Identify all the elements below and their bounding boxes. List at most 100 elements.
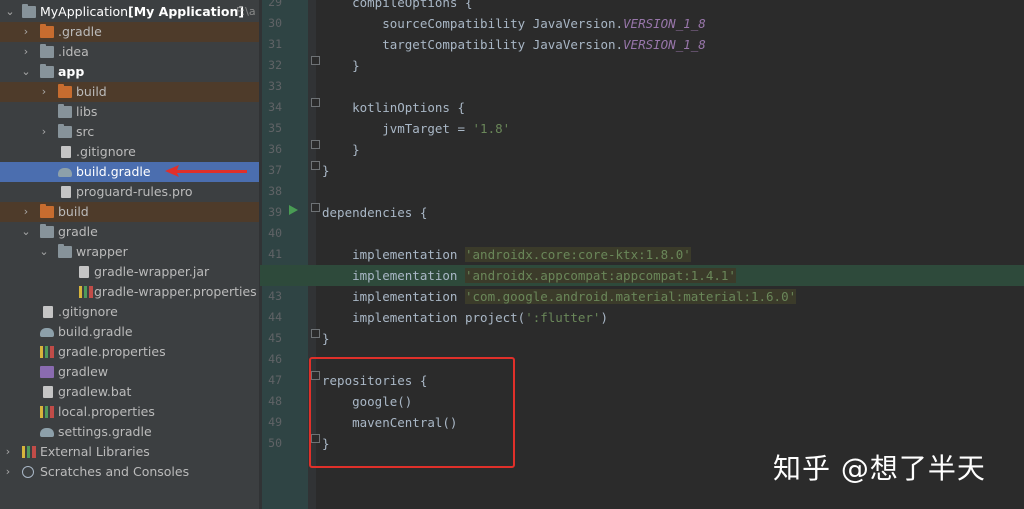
fold-marker-icon[interactable] [311, 98, 320, 107]
tree-item-settings-gradle[interactable]: settings.gradle [0, 422, 259, 442]
tree-root[interactable]: ⌄ MyApplication [My Application] F:\a [0, 2, 259, 22]
tree-item-libs[interactable]: libs [0, 102, 259, 122]
tree-item-gradlew-bat[interactable]: gradlew.bat [0, 382, 259, 402]
tree-item-label: .gradle [58, 24, 102, 39]
tree-item-app[interactable]: ⌄ app [0, 62, 259, 82]
tree-item-gradle-dir[interactable]: › .gradle [0, 22, 259, 42]
chevron-right-icon[interactable]: › [20, 42, 32, 62]
line-number: 39 [268, 205, 282, 219]
tree-item-wrapper[interactable]: ⌄ wrapper [0, 242, 259, 262]
tree-item-label: src [76, 124, 95, 139]
run-gutter-icon[interactable] [289, 205, 298, 215]
code-line: implementation project(':flutter') [322, 307, 608, 328]
code-string: ':flutter' [525, 310, 601, 325]
tree-item-scratches[interactable]: › Scratches and Consoles [0, 462, 259, 482]
tree-item-label: libs [76, 104, 98, 119]
line-number: 34 [268, 100, 282, 114]
code-line: } [322, 58, 360, 73]
line-number: 43 [268, 289, 282, 303]
line-number: 40 [268, 226, 282, 240]
tree-item-gradlew[interactable]: gradlew [0, 362, 259, 382]
tree-item-label: .gitignore [76, 144, 136, 159]
code-line: dependencies { [322, 205, 428, 220]
tree-item-label: .idea [58, 44, 89, 59]
line-number: 45 [268, 331, 282, 345]
chevron-right-icon[interactable]: › [20, 202, 32, 222]
code-text: implementation [322, 268, 465, 283]
tree-item-local-properties[interactable]: local.properties [0, 402, 259, 422]
chevron-right-icon[interactable]: › [38, 82, 50, 102]
root-name: MyApplication [40, 4, 129, 19]
chevron-down-icon[interactable]: ⌄ [38, 242, 50, 262]
chevron-right-icon[interactable]: › [2, 462, 14, 482]
tree-item-build-gradle[interactable]: build.gradle [0, 322, 259, 342]
tree-item-label: local.properties [58, 404, 155, 419]
shell-script-icon [40, 366, 54, 378]
gradle-elephant-icon [58, 168, 72, 177]
gradle-elephant-icon [40, 428, 54, 437]
file-icon [61, 186, 71, 198]
tree-item-idea[interactable]: › .idea [0, 42, 259, 62]
tree-item-gitignore[interactable]: .gitignore [0, 302, 259, 322]
tree-item-label: External Libraries [40, 444, 150, 459]
chevron-down-icon[interactable]: ⌄ [20, 222, 32, 242]
tree-item-label: gradle-wrapper.jar [94, 264, 210, 279]
tree-item-label: wrapper [76, 244, 128, 259]
code-line-current: implementation 'androidx.appcompat:appco… [260, 265, 1024, 286]
tree-item-gradle[interactable]: ⌄ gradle [0, 222, 259, 242]
code-text: jvmTarget = [322, 121, 473, 136]
line-number: 33 [268, 79, 282, 93]
code-text: targetCompatibility JavaVersion. [322, 37, 624, 52]
chevron-right-icon[interactable]: › [20, 22, 32, 42]
scratches-icon [22, 466, 34, 478]
fold-marker-icon[interactable] [311, 203, 320, 212]
line-number: 31 [268, 37, 282, 51]
tree-item-label: settings.gradle [58, 424, 152, 439]
fold-marker-icon[interactable] [311, 161, 320, 170]
tree-item-app-build[interactable]: › build [0, 82, 259, 102]
line-number: 32 [268, 58, 282, 72]
line-number: 29 [268, 0, 282, 9]
code-line: implementation 'androidx.core:core-ktx:1… [322, 244, 691, 265]
line-number: 44 [268, 310, 282, 324]
tree-item-label: gradlew [58, 364, 109, 379]
chevron-right-icon[interactable]: › [38, 122, 50, 142]
code-line: compileOptions { [322, 0, 473, 10]
code-constant: VERSION_1_8 [623, 16, 706, 31]
tree-item-gradle-properties[interactable]: gradle.properties [0, 342, 259, 362]
tree-item-label: app [58, 64, 85, 79]
code-text: implementation [322, 289, 465, 304]
annotation-box [309, 357, 515, 468]
tree-item-app-gitignore[interactable]: .gitignore [0, 142, 259, 162]
line-number: 41 [268, 247, 282, 261]
code-text: sourceCompatibility JavaVersion. [322, 16, 624, 31]
folder-icon [58, 124, 72, 138]
tree-item-wrapper-properties[interactable]: gradle-wrapper.properties [0, 282, 259, 302]
project-tree: ⌄ MyApplication [My Application] F:\a › … [0, 0, 259, 509]
file-icon [43, 306, 53, 318]
line-number: 50 [268, 436, 282, 450]
root-path: F:\a [236, 5, 256, 18]
tree-item-proguard[interactable]: proguard-rules.pro [0, 182, 259, 202]
code-string: 'androidx.appcompat:appcompat:1.4.1' [465, 268, 736, 283]
tree-item-wrapper-jar[interactable]: gradle-wrapper.jar [0, 262, 259, 282]
jar-icon [79, 266, 89, 278]
fold-marker-icon[interactable] [311, 329, 320, 338]
module-folder-icon [40, 64, 54, 78]
chevron-down-icon[interactable]: ⌄ [4, 2, 16, 22]
tree-item-build[interactable]: › build [0, 202, 259, 222]
line-number: 30 [268, 16, 282, 30]
tree-item-external-libraries[interactable]: › External Libraries [0, 442, 259, 462]
code-text: ) [600, 310, 608, 325]
tree-item-label: gradlew.bat [58, 384, 132, 399]
fold-marker-icon[interactable] [311, 140, 320, 149]
fold-marker-icon[interactable] [311, 56, 320, 65]
properties-icon [40, 406, 54, 418]
line-number: 49 [268, 415, 282, 429]
code-line: } [322, 142, 360, 157]
code-line: jvmTarget = '1.8' [322, 118, 510, 139]
tree-item-src[interactable]: › src [0, 122, 259, 142]
folder-icon [58, 104, 72, 118]
chevron-right-icon[interactable]: › [2, 442, 14, 462]
chevron-down-icon[interactable]: ⌄ [20, 62, 32, 82]
